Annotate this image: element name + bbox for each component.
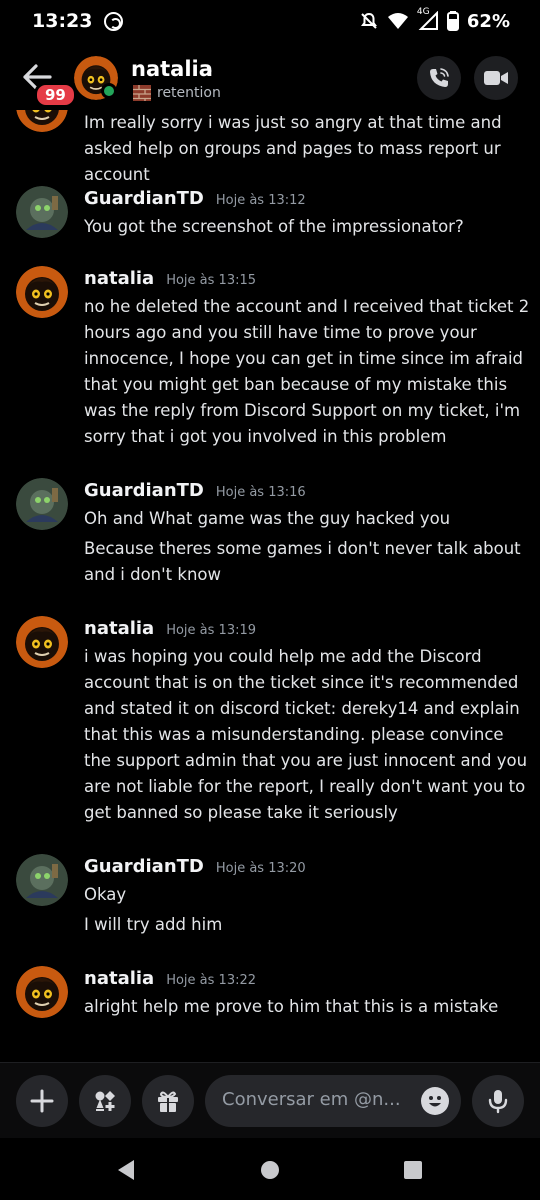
video-camera-icon xyxy=(484,71,508,85)
avatar[interactable] xyxy=(16,110,68,132)
status-time: 13:23 xyxy=(32,10,93,32)
author-name[interactable]: GuardianTD xyxy=(84,856,204,877)
author-line: GuardianTD Hoje às 13:20 xyxy=(84,856,306,877)
message-text: I will try add him xyxy=(84,915,223,934)
battery-percent: 62% xyxy=(466,10,510,32)
message-composer xyxy=(0,1062,540,1138)
wifi-icon xyxy=(387,13,408,29)
message-input[interactable] xyxy=(222,1089,412,1110)
message-input-container xyxy=(205,1075,461,1127)
timestamp: Hoje às 13:22 xyxy=(166,973,257,988)
gift-icon xyxy=(158,1091,178,1112)
message-text: Im really sorry i was just so angry at t… xyxy=(84,113,502,184)
author-name[interactable]: GuardianTD xyxy=(84,188,204,209)
avatar[interactable] xyxy=(16,266,68,318)
author-name[interactable]: natalia xyxy=(84,268,154,289)
voice-message-button[interactable] xyxy=(472,1075,524,1127)
nav-home-icon[interactable] xyxy=(260,1160,280,1180)
author-name[interactable]: GuardianTD xyxy=(84,480,204,501)
timestamp: Hoje às 13:20 xyxy=(215,861,306,876)
avatar[interactable] xyxy=(16,478,68,530)
avatar[interactable] xyxy=(16,616,68,668)
whatsapp-notification-icon xyxy=(104,11,124,31)
cell-signal-icon: 4G xyxy=(417,7,439,31)
nav-recents-icon[interactable] xyxy=(403,1160,423,1180)
chevron-right-icon[interactable]: › xyxy=(205,58,213,82)
unread-badge: 99 xyxy=(34,82,77,108)
emoji-icon[interactable] xyxy=(421,1087,449,1115)
mute-icon xyxy=(360,12,377,29)
microphone-icon xyxy=(488,1090,508,1114)
message-list[interactable]: Im really sorry i was just so angry at t… xyxy=(0,110,540,1060)
chat-header: 99 natalia › retention xyxy=(0,48,540,110)
message-text: i was hoping you could help me add the D… xyxy=(84,647,528,822)
message-text: Because theres some games i don't never … xyxy=(84,539,521,584)
timestamp: Hoje às 13:12 xyxy=(215,193,306,208)
apps-button[interactable] xyxy=(79,1075,131,1127)
message-text: no he deleted the account and I received… xyxy=(84,297,530,446)
phone-icon xyxy=(430,68,449,87)
author-line: natalia Hoje às 13:22 xyxy=(84,968,256,989)
avatar[interactable] xyxy=(16,854,68,906)
attach-button[interactable] xyxy=(16,1075,68,1127)
message-text: alright help me prove to him that this i… xyxy=(84,997,499,1016)
battery-icon xyxy=(446,11,459,31)
status-bar: 13:23 4G 62% xyxy=(0,0,540,42)
video-call-button[interactable] xyxy=(474,56,518,100)
nav-back-icon[interactable] xyxy=(116,1159,136,1181)
custom-status: retention xyxy=(133,84,221,102)
status-icons: 4G 62% xyxy=(359,7,510,32)
voice-call-button[interactable] xyxy=(417,56,461,100)
author-line: GuardianTD Hoje às 13:12 xyxy=(84,188,306,209)
message-text: You got the screenshot of the impression… xyxy=(84,217,464,236)
avatar[interactable] xyxy=(16,966,68,1018)
gift-button[interactable] xyxy=(142,1075,194,1127)
author-name[interactable]: natalia xyxy=(84,968,154,989)
author-line: natalia Hoje às 13:15 xyxy=(84,268,256,289)
timestamp: Hoje às 13:15 xyxy=(166,273,257,288)
author-name[interactable]: natalia xyxy=(84,618,154,639)
message-text: Okay xyxy=(84,885,127,904)
online-status-indicator xyxy=(101,83,117,99)
brick-icon xyxy=(133,85,151,101)
apps-icon xyxy=(95,1091,115,1111)
status-text: retention xyxy=(157,85,221,101)
timestamp: Hoje às 13:16 xyxy=(215,485,306,500)
author-line: GuardianTD Hoje às 13:16 xyxy=(84,480,306,501)
contact-name[interactable]: natalia xyxy=(131,57,213,81)
timestamp: Hoje às 13:19 xyxy=(166,623,257,638)
message-text: Oh and What game was the guy hacked you xyxy=(84,509,451,528)
plus-icon xyxy=(30,1089,54,1113)
author-line: natalia Hoje às 13:19 xyxy=(84,618,256,639)
avatar[interactable] xyxy=(16,186,68,238)
android-nav-bar xyxy=(0,1138,540,1200)
